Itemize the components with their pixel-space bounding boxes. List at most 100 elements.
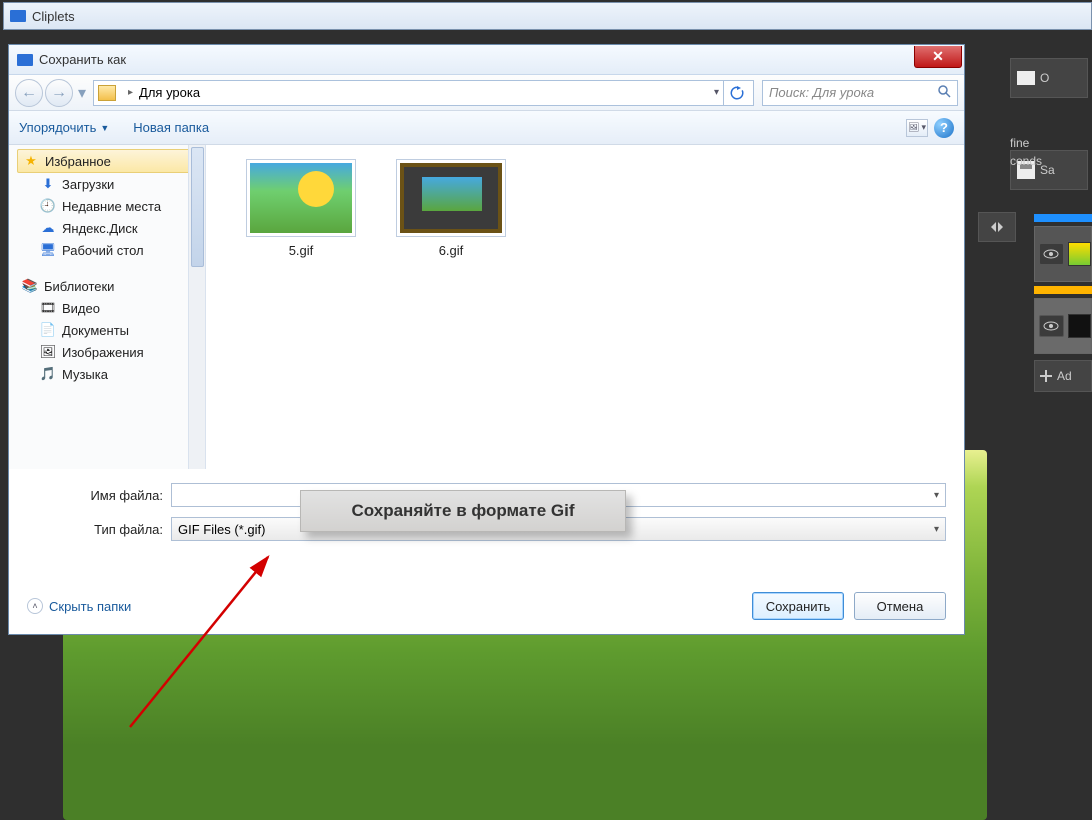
tree-yadisk[interactable]: ☁Яндекс.Диск bbox=[17, 217, 205, 239]
cliplets-window: Cliplets O Sa fine conds bbox=[0, 0, 1092, 816]
visibility-toggle-2[interactable] bbox=[1039, 315, 1064, 337]
cloud-icon: ☁ bbox=[39, 220, 57, 236]
hide-folders-label: Скрыть папки bbox=[49, 599, 131, 614]
close-icon: ✕ bbox=[932, 48, 944, 65]
tree-recent[interactable]: 🕘 Недавние места bbox=[17, 195, 205, 217]
recent-icon: 🕘 bbox=[39, 198, 57, 214]
dialog-title: Сохранить как bbox=[39, 52, 126, 67]
tree-video[interactable]: 🎞Видео bbox=[17, 297, 205, 319]
tree-images[interactable]: 🖼Изображения bbox=[17, 341, 205, 363]
dialog-footer: ˄ Скрыть папки Сохранить Отмена bbox=[9, 578, 964, 634]
file-item[interactable]: 6.gif bbox=[386, 159, 516, 258]
refresh-button[interactable] bbox=[723, 80, 749, 106]
tree-desktop[interactable]: 🖥 Рабочий стол bbox=[17, 239, 205, 261]
refine-label: fine bbox=[1004, 136, 1029, 150]
open-button[interactable]: O bbox=[1010, 58, 1088, 98]
image-icon: 🖼 bbox=[39, 344, 57, 360]
breadcrumb-separator: ▸ bbox=[128, 87, 133, 98]
video-icon: 🎞 bbox=[39, 300, 57, 316]
file-item[interactable]: 5.gif bbox=[236, 159, 366, 258]
file-list[interactable]: 5.gif 6.gif bbox=[206, 145, 964, 469]
new-folder-button[interactable]: Новая папка bbox=[133, 120, 209, 135]
nav-forward-button[interactable]: → bbox=[45, 79, 73, 107]
search-placeholder: Поиск: Для урока bbox=[769, 85, 874, 100]
plus-icon bbox=[1039, 369, 1053, 383]
tree-desktop-label: Рабочий стол bbox=[62, 243, 144, 258]
right-panel: O Sa fine conds Ad bbox=[1004, 30, 1092, 816]
cancel-button-label: Отмена bbox=[877, 599, 924, 614]
help-button[interactable]: ? bbox=[934, 118, 954, 138]
tree-favorites[interactable]: ★ Избранное bbox=[17, 149, 197, 173]
organize-menu[interactable]: Упорядочить ▼ bbox=[19, 120, 109, 135]
nav-row: ← → ▾ ▸ Для урока ▾ Поиск: Для урока bbox=[9, 75, 964, 111]
annotation-text: Сохраняйте в формате Gif bbox=[352, 501, 575, 521]
layer-row-2[interactable] bbox=[1034, 298, 1092, 354]
tree-documents-label: Документы bbox=[62, 323, 129, 338]
nav-back-button[interactable]: ← bbox=[15, 79, 43, 107]
save-panel-label: Sa bbox=[1040, 163, 1055, 177]
refresh-icon bbox=[730, 86, 744, 100]
add-layer-button[interactable]: Ad bbox=[1034, 360, 1092, 392]
chevron-down-icon: ▼ bbox=[100, 123, 109, 133]
music-icon: 🎵 bbox=[39, 366, 57, 382]
file-name: 5.gif bbox=[236, 243, 366, 258]
add-layer-label: Ad bbox=[1057, 369, 1072, 383]
view-icon: 🖼 bbox=[908, 122, 919, 133]
save-as-dialog: Сохранить как ✕ ← → ▾ ▸ Для урока ▾ Поис… bbox=[8, 44, 965, 635]
monitor-icon: 🖥 bbox=[39, 242, 57, 258]
search-icon bbox=[937, 84, 951, 101]
tree-libraries[interactable]: 📚Библиотеки bbox=[17, 275, 205, 297]
annotation-callout: Сохраняйте в формате Gif bbox=[300, 490, 626, 532]
breadcrumb-segment[interactable]: Для урока bbox=[139, 85, 200, 100]
tree-downloads[interactable]: ⬇ Загрузки bbox=[17, 173, 205, 195]
file-thumbnail bbox=[246, 159, 356, 237]
arrow-left-icon: ← bbox=[21, 84, 37, 102]
new-folder-label: Новая папка bbox=[133, 120, 209, 135]
visibility-toggle-1[interactable] bbox=[1039, 243, 1064, 265]
tree-scrollbar[interactable] bbox=[188, 145, 205, 469]
document-icon: 📄 bbox=[39, 322, 57, 338]
address-bar[interactable]: ▸ Для урока ▾ bbox=[93, 80, 754, 106]
arrow-right-icon: → bbox=[51, 84, 67, 102]
layer-thumb-2 bbox=[1068, 314, 1091, 338]
eye-icon bbox=[1043, 249, 1059, 259]
layers-panel: Ad bbox=[1034, 210, 1092, 610]
dialog-body: ★ Избранное ⬇ Загрузки 🕘 Недавние места ☁Ян… bbox=[9, 145, 964, 469]
scrollbar-thumb[interactable] bbox=[191, 147, 204, 267]
layer-row-1[interactable] bbox=[1034, 226, 1092, 282]
filetype-value: GIF Files (*.gif) bbox=[178, 522, 265, 537]
dialog-titlebar[interactable]: Сохранить как ✕ bbox=[9, 45, 964, 75]
tree-favorites-label: Избранное bbox=[45, 154, 111, 169]
app-flag-icon bbox=[10, 10, 26, 22]
parent-titlebar[interactable]: Cliplets bbox=[3, 2, 1092, 30]
download-icon: ⬇ bbox=[39, 176, 57, 192]
nav-tree: ★ Избранное ⬇ Загрузки 🕘 Недавние места ☁Ян… bbox=[9, 145, 206, 469]
star-icon: ★ bbox=[22, 153, 40, 169]
tree-documents[interactable]: 📄 Документы bbox=[17, 319, 205, 341]
tree-music[interactable]: 🎵 Музыка bbox=[17, 363, 205, 385]
dialog-flag-icon bbox=[17, 54, 33, 66]
chevron-down-icon[interactable]: ▾ bbox=[934, 524, 939, 535]
file-name: 6.gif bbox=[386, 243, 516, 258]
nav-history-dropdown[interactable]: ▾ bbox=[75, 79, 89, 107]
address-dropdown[interactable]: ▾ bbox=[710, 87, 723, 98]
layer-strip-1 bbox=[1034, 214, 1092, 222]
layer-thumb-1 bbox=[1068, 242, 1091, 266]
open-label: O bbox=[1040, 71, 1049, 85]
chevron-down-icon[interactable]: ▾ bbox=[934, 490, 939, 501]
chevron-down-icon: ▾ bbox=[78, 83, 86, 103]
filename-label: Имя файла: bbox=[27, 488, 171, 503]
search-input[interactable]: Поиск: Для урока bbox=[762, 80, 958, 106]
cancel-button[interactable]: Отмена bbox=[854, 592, 946, 620]
tree-recent-label: Недавние места bbox=[62, 199, 161, 214]
tree-music-label: Музыка bbox=[62, 367, 108, 382]
mirror-icon bbox=[989, 220, 1005, 234]
view-mode-button[interactable]: 🖼▾ bbox=[906, 119, 928, 137]
tree-libraries-label: Библиотеки bbox=[44, 279, 114, 294]
mirror-button[interactable] bbox=[978, 212, 1016, 242]
hide-folders-link[interactable]: ˄ Скрыть папки bbox=[27, 598, 131, 614]
close-button[interactable]: ✕ bbox=[914, 46, 962, 68]
file-thumbnail bbox=[396, 159, 506, 237]
tree-downloads-label: Загрузки bbox=[62, 177, 114, 192]
save-button[interactable]: Сохранить bbox=[752, 592, 844, 620]
